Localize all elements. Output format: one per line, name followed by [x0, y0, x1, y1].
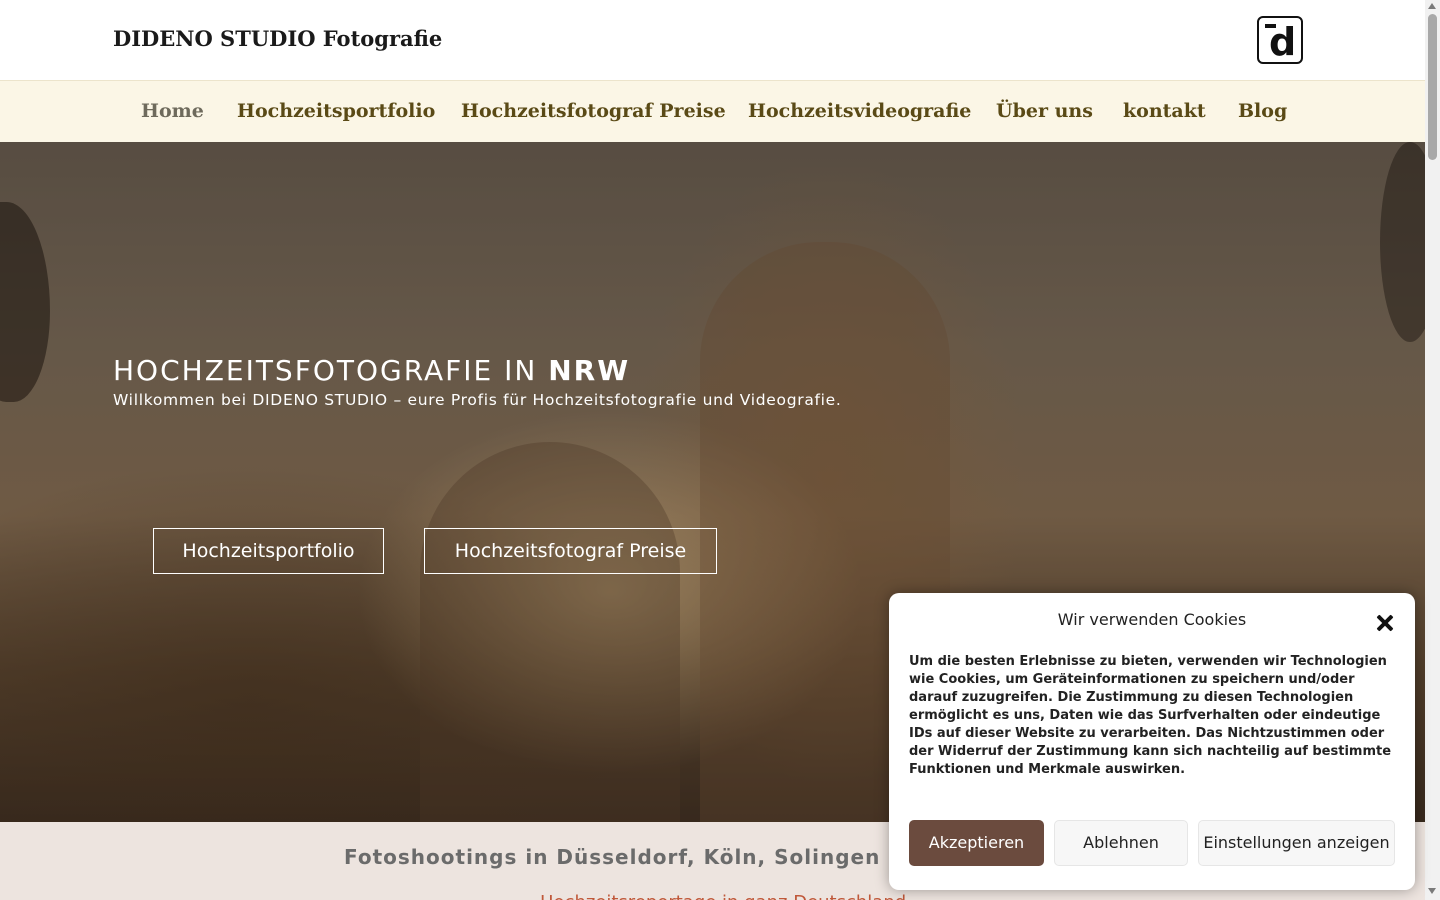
nav-item-hochzeitsvideografie[interactable]: Hochzeitsvideografie [748, 100, 971, 122]
camera-d-logo-icon[interactable]: d [1257, 16, 1303, 64]
scroll-down-arrow-icon[interactable] [1428, 888, 1436, 894]
scroll-up-arrow-icon[interactable] [1428, 3, 1436, 9]
section-title: Fotoshootings in Düsseldorf, Köln, Solin… [344, 845, 881, 869]
nav-item-home[interactable]: Home [141, 100, 204, 122]
cookie-deny-button[interactable]: Ablehnen [1054, 820, 1188, 866]
hero-title: HOCHZEITSFOTOGRAFIE IN NRW [113, 354, 630, 387]
hero-prices-button[interactable]: Hochzeitsfotograf Preise [424, 528, 717, 574]
logo-letter: d [1269, 20, 1297, 64]
section-link[interactable]: Hochzeitsreportage in ganz Deutschland [540, 892, 906, 900]
hero-portfolio-button[interactable]: Hochzeitsportfolio [153, 528, 384, 574]
hero-title-bold: NRW [548, 354, 631, 387]
site-title[interactable]: DIDENO STUDIO Fotografie [113, 26, 442, 51]
nav-item-hochzeitsportfolio[interactable]: Hochzeitsportfolio [237, 100, 435, 122]
cookie-dialog-text: Um die besten Erlebnisse zu bieten, verw… [909, 654, 1392, 777]
main-nav: Home Hochzeitsportfolio Hochzeitsfotogra… [0, 80, 1425, 142]
cookie-preferences-button[interactable]: Einstellungen anzeigen [1198, 820, 1395, 866]
nav-item-blog[interactable]: Blog [1238, 100, 1287, 122]
cookie-dialog-title: Wir verwenden Cookies [1057, 610, 1247, 629]
nav-item-hochzeitsfotograf-preise[interactable]: Hochzeitsfotograf Preise [461, 100, 726, 122]
hero-title-prefix: HOCHZEITSFOTOGRAFIE IN [113, 354, 549, 387]
scrollbar-thumb[interactable] [1428, 14, 1437, 160]
nav-item-ueber-uns[interactable]: Über uns [996, 100, 1093, 122]
site-header: DIDENO STUDIO Fotografie d [0, 0, 1425, 80]
cookie-consent-dialog: Wir verwenden Cookies Um die besten Erle… [889, 593, 1415, 890]
cookie-accept-button[interactable]: Akzeptieren [909, 820, 1044, 866]
hero-subtitle: Willkommen bei DIDENO STUDIO – eure Prof… [113, 391, 842, 409]
page-scrollbar[interactable] [1425, 0, 1440, 900]
close-icon[interactable] [1373, 611, 1397, 635]
nav-item-kontakt[interactable]: kontakt [1123, 100, 1206, 122]
